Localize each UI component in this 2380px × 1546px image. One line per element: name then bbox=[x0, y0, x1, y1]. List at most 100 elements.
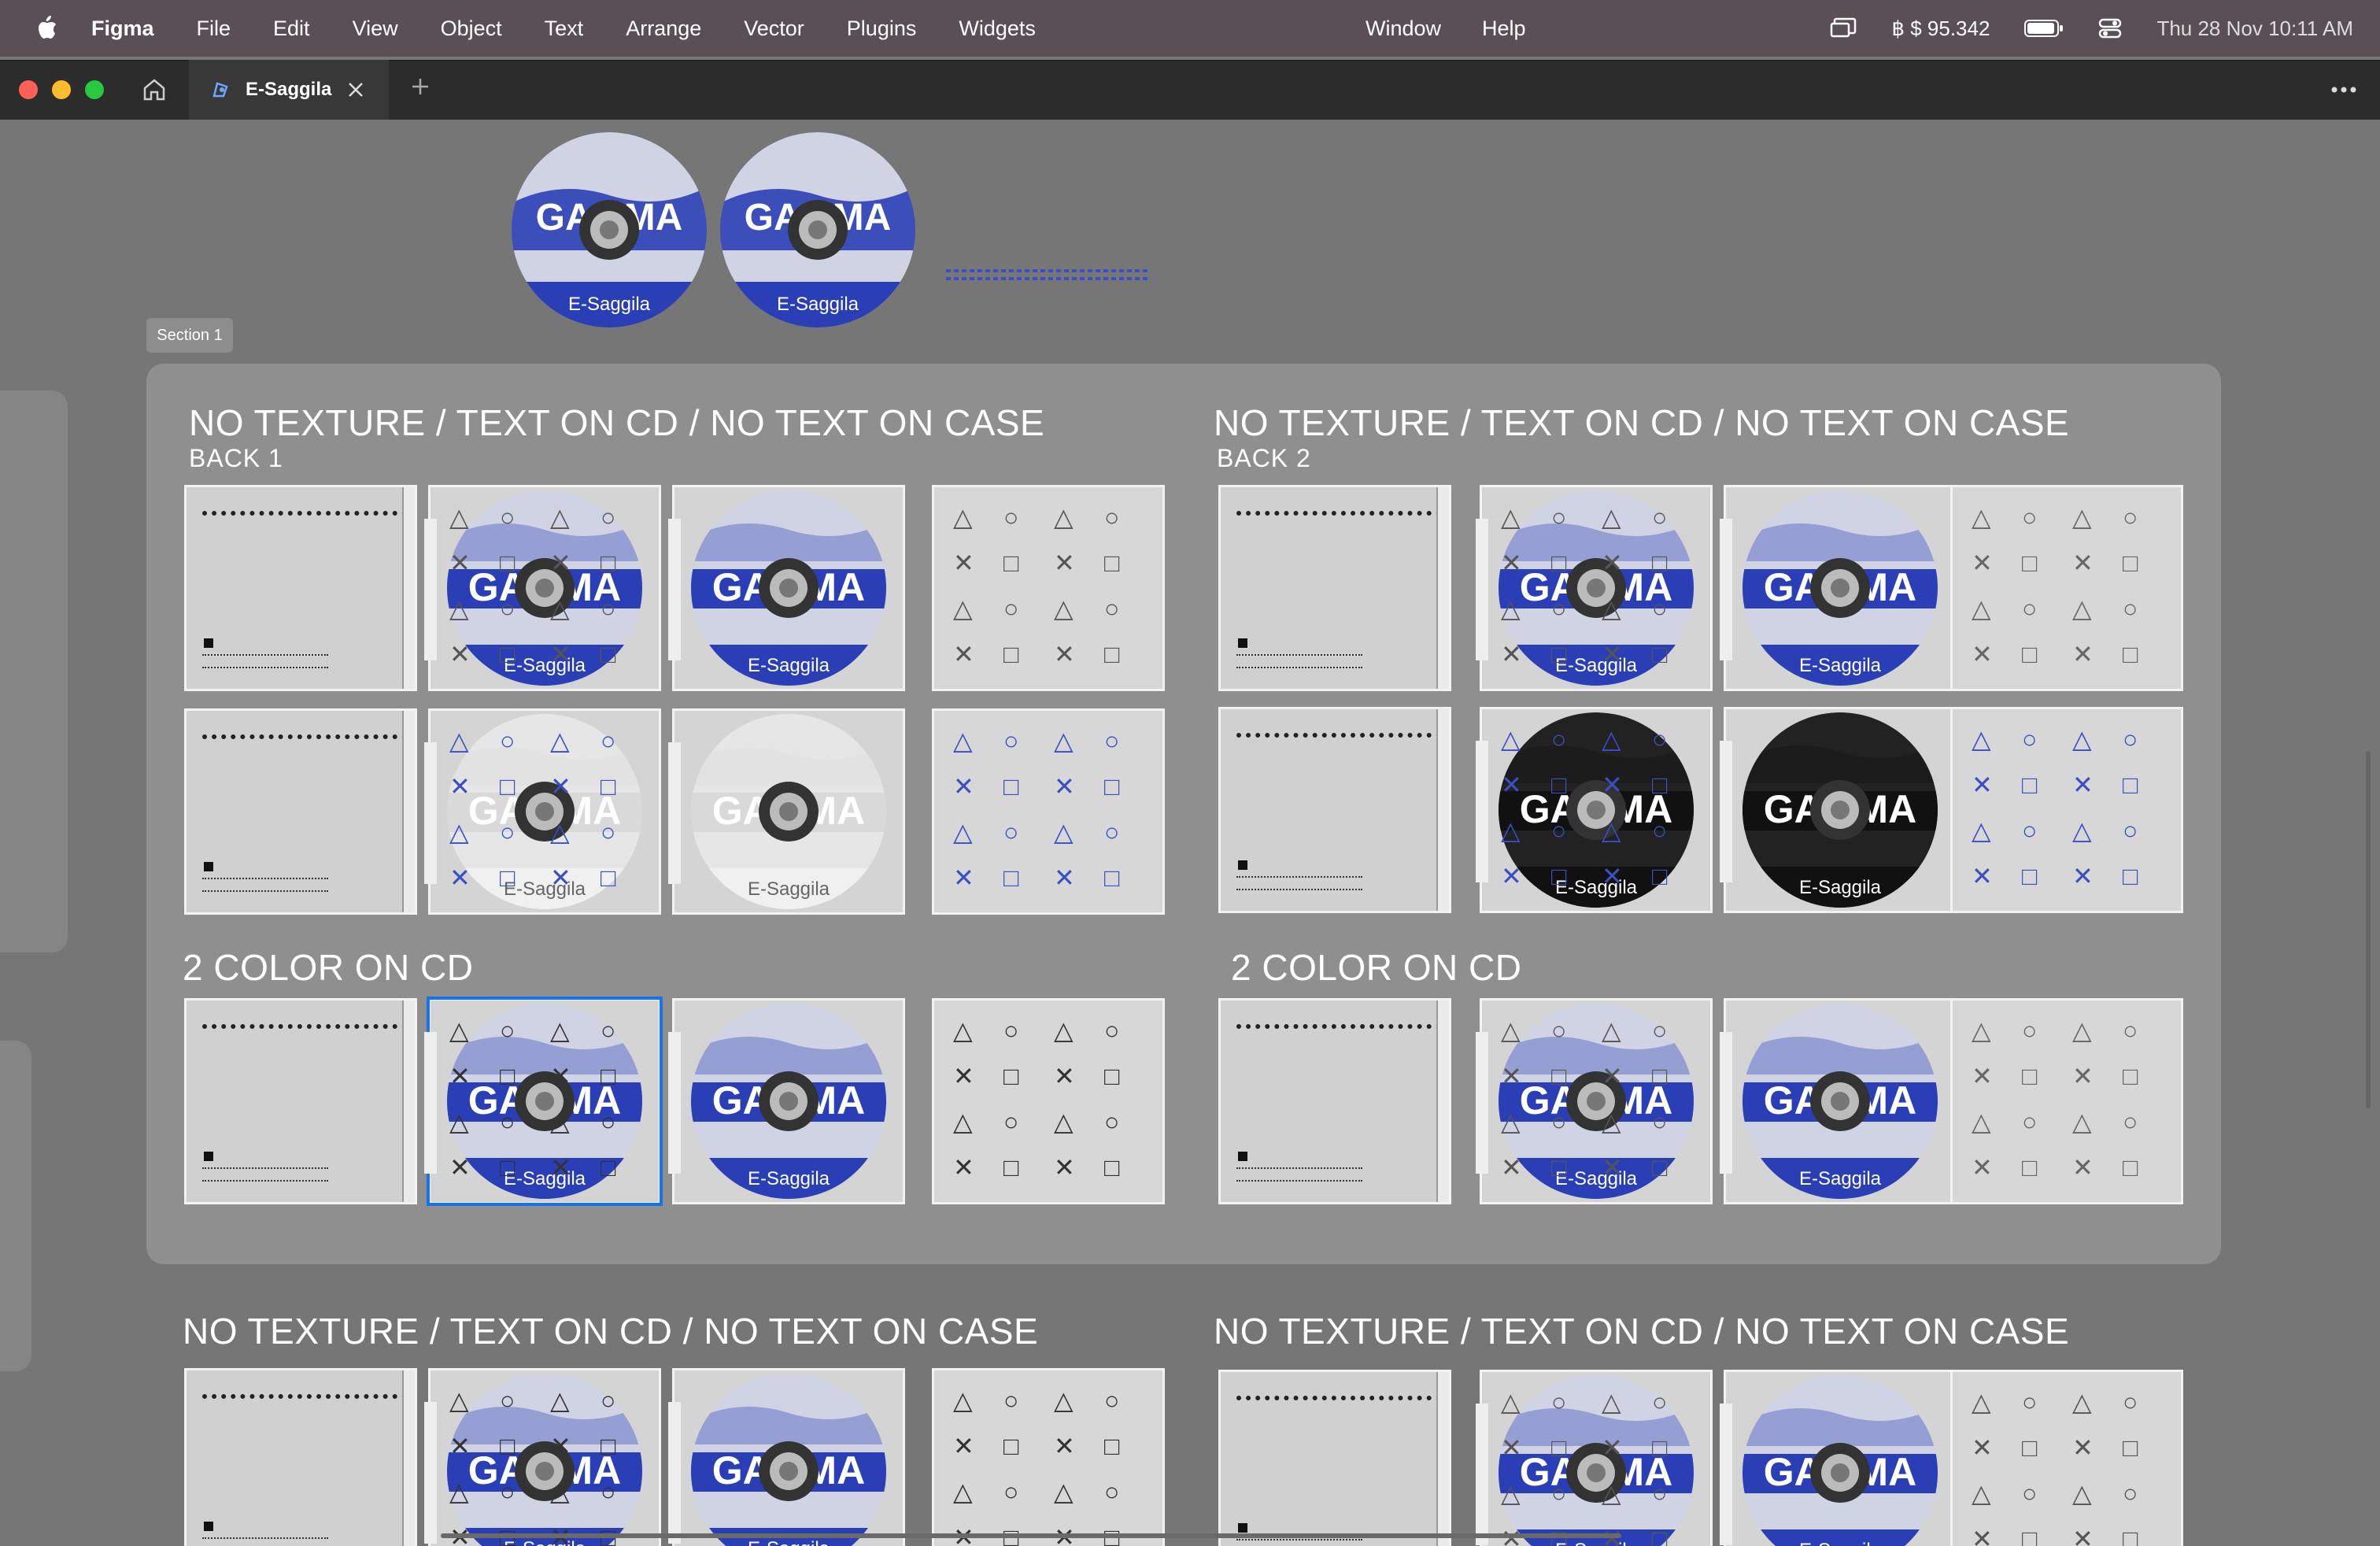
menu-object[interactable]: Object bbox=[441, 17, 502, 41]
case-hinge bbox=[1476, 1404, 1488, 1545]
playstation-symbol-icon: □ bbox=[1104, 549, 1120, 577]
cd-disc[interactable]: GAMMAE-Saggila bbox=[1743, 712, 1938, 908]
playstation-symbol-icon: ○ bbox=[2022, 503, 2038, 531]
case-back-mockup[interactable] bbox=[1218, 1370, 1451, 1546]
case-tray-mockup[interactable]: GAMMAE-Saggila△○△○✕□✕□△○△○✕□✕□ bbox=[1476, 707, 1713, 913]
playstation-symbol-icon: ○ bbox=[2022, 1016, 2038, 1045]
home-icon[interactable] bbox=[140, 76, 168, 104]
case-tray-mockup[interactable]: GAMMAE-Saggila bbox=[1720, 485, 1957, 691]
playstation-symbol-icon: △ bbox=[449, 1016, 469, 1045]
case-tray-mockup[interactable]: GAMMAE-Saggila△○△○✕□✕□△○△○✕□✕□ bbox=[424, 485, 661, 691]
case-inlay-mockup[interactable]: △○△○✕□✕□△○△○✕□✕□ bbox=[932, 485, 1165, 691]
more-options-icon[interactable] bbox=[2328, 80, 2360, 99]
menu-plugins[interactable]: Plugins bbox=[847, 17, 917, 41]
case-inlay-mockup[interactable]: △○△○✕□✕□△○△○✕□✕□ bbox=[1950, 1370, 2183, 1546]
cd-disc[interactable]: GAMMAE-Saggila bbox=[691, 1004, 886, 1199]
figma-canvas[interactable]: GAMMA E-Saggila GAMMA E-Saggila Section … bbox=[0, 120, 2380, 1546]
menu-view[interactable]: View bbox=[353, 17, 398, 41]
close-window-button[interactable] bbox=[19, 80, 38, 99]
menu-vector[interactable]: Vector bbox=[744, 17, 804, 41]
horizontal-scrollbar[interactable] bbox=[441, 1533, 1621, 1538]
cd-disc[interactable]: GAMMA E-Saggila bbox=[720, 132, 915, 327]
adjacent-frame[interactable] bbox=[0, 390, 68, 952]
playstation-symbol-icon: □ bbox=[601, 640, 616, 668]
clock[interactable]: Thu 28 Nov 10:11 AM bbox=[2156, 17, 2353, 41]
new-tab-icon[interactable] bbox=[409, 76, 431, 98]
legal-text bbox=[202, 654, 328, 668]
case-inlay-mockup[interactable]: △○△○✕□✕□△○△○✕□✕□ bbox=[932, 998, 1165, 1204]
menu-edit[interactable]: Edit bbox=[273, 17, 310, 41]
balance-status[interactable]: ฿ $ 95.342 bbox=[1891, 17, 1990, 41]
cd-disc[interactable]: GAMMAE-Saggila bbox=[691, 714, 886, 909]
svg-text:E-Saggila: E-Saggila bbox=[504, 1538, 586, 1546]
playstation-symbol-icon: ✕ bbox=[1972, 640, 1993, 668]
menu-text[interactable]: Text bbox=[545, 17, 584, 41]
playstation-symbol-icon: ✕ bbox=[1054, 772, 1075, 801]
cd-disc[interactable]: GAMMAE-Saggila bbox=[691, 490, 886, 686]
case-tray-mockup[interactable]: GAMMAE-Saggila△○△○✕□✕□△○△○✕□✕□ bbox=[424, 708, 661, 915]
section-label[interactable]: Section 1 bbox=[146, 318, 233, 353]
case-inlay-mockup[interactable]: △○△○✕□✕□△○△○✕□✕□ bbox=[1950, 998, 2183, 1204]
menu-help[interactable]: Help bbox=[1482, 17, 1526, 41]
playstation-symbol-icon: ○ bbox=[1652, 816, 1668, 845]
case-tray-mockup[interactable]: GAMMAE-Saggila△○△○✕□✕□△○△○✕□✕□ bbox=[1476, 485, 1713, 691]
menu-arrange[interactable]: Arrange bbox=[626, 17, 701, 41]
case-tray-mockup[interactable]: GAMMAE-Saggila bbox=[1720, 707, 1957, 913]
close-tab-icon[interactable] bbox=[345, 79, 367, 101]
playstation-symbol-icon: △ bbox=[1054, 1108, 1074, 1136]
screen-mirroring-icon[interactable] bbox=[1830, 17, 1857, 39]
cd-disc[interactable]: GAMMA E-Saggila bbox=[512, 132, 707, 327]
case-inlay-mockup[interactable]: △○△○✕□✕□△○△○✕□✕□ bbox=[1950, 485, 2183, 691]
menu-widgets[interactable]: Widgets bbox=[959, 17, 1036, 41]
menu-file[interactable]: File bbox=[197, 17, 231, 41]
cd-disc[interactable]: GAMMAE-Saggila bbox=[1743, 1004, 1938, 1199]
svg-text:E-Saggila: E-Saggila bbox=[1555, 655, 1638, 676]
case-hinge bbox=[668, 1402, 681, 1544]
playstation-symbol-icon: □ bbox=[1551, 549, 1567, 577]
apple-icon[interactable] bbox=[35, 15, 58, 42]
playstation-symbol-icon: △ bbox=[2072, 1388, 2092, 1416]
case-tray-mockup[interactable]: GAMMAE-Saggila bbox=[668, 485, 905, 691]
case-spine bbox=[402, 711, 415, 912]
case-back-mockup[interactable] bbox=[1218, 485, 1451, 691]
case-tray-mockup[interactable]: GAMMAE-Saggila bbox=[668, 998, 905, 1204]
case-back-mockup[interactable] bbox=[1218, 707, 1451, 913]
case-back-mockup[interactable] bbox=[184, 1368, 417, 1546]
case-tray-mockup[interactable]: GAMMAE-Saggila bbox=[1720, 1370, 1957, 1546]
case-back-mockup[interactable] bbox=[184, 485, 417, 691]
minimize-window-button[interactable] bbox=[52, 80, 71, 99]
case-tray-mockup[interactable]: GAMMAE-Saggila△○△○✕□✕□△○△○✕□✕□ bbox=[424, 997, 663, 1206]
case-back-mockup[interactable] bbox=[184, 998, 417, 1204]
case-tray-mockup[interactable]: GAMMAE-Saggila bbox=[668, 1368, 905, 1546]
cd-disc[interactable]: GAMMAE-Saggila bbox=[691, 1374, 886, 1546]
case-tray-mockup[interactable]: GAMMAE-Saggila△○△○✕□✕□△○△○✕□✕□ bbox=[1476, 1370, 1713, 1546]
playstation-symbol-icon: △ bbox=[1602, 1479, 1621, 1507]
case-back-mockup[interactable] bbox=[1218, 998, 1451, 1204]
case-inlay-mockup[interactable]: △○△○✕□✕□△○△○✕□✕□ bbox=[1950, 707, 2183, 913]
case-tray-mockup[interactable]: GAMMAE-Saggila bbox=[668, 708, 905, 915]
menu-window[interactable]: Window bbox=[1366, 17, 1441, 41]
case-back-mockup[interactable] bbox=[184, 708, 417, 915]
case-inlay-mockup[interactable]: △○△○✕□✕□△○△○✕□✕□ bbox=[932, 1368, 1165, 1546]
tab-e-saggila[interactable]: E-Saggila bbox=[189, 60, 389, 120]
case-tray-mockup[interactable]: GAMMAE-Saggila bbox=[1720, 998, 1957, 1204]
case-tray-mockup[interactable]: GAMMAE-Saggila△○△○✕□✕□△○△○✕□✕□ bbox=[424, 1368, 661, 1546]
case-tray-mockup[interactable]: GAMMAE-Saggila△○△○✕□✕□△○△○✕□✕□ bbox=[1476, 998, 1713, 1204]
control-center-icon[interactable] bbox=[2098, 17, 2122, 39]
tab-label: E-Saggila bbox=[246, 79, 332, 100]
case-inlay-mockup[interactable]: △○△○✕□✕□△○△○✕□✕□ bbox=[932, 708, 1165, 915]
playstation-symbol-icon: ○ bbox=[1551, 503, 1567, 531]
cd-disc[interactable]: GAMMAE-Saggila bbox=[1743, 490, 1938, 686]
zoom-window-button[interactable] bbox=[85, 80, 104, 99]
playstation-symbol-icon: ○ bbox=[1003, 594, 1019, 623]
playstation-symbol-icon: △ bbox=[1054, 503, 1074, 531]
cd-artwork: GAMMAE-Saggila bbox=[691, 1004, 886, 1199]
menu-app-name[interactable]: Figma bbox=[91, 17, 154, 41]
case-spine bbox=[402, 1000, 415, 1202]
vertical-scrollbar[interactable] bbox=[2366, 751, 2371, 1108]
barcode-strip bbox=[202, 734, 407, 749]
battery-icon[interactable] bbox=[2024, 19, 2064, 38]
playstation-symbol-icon: □ bbox=[2022, 549, 2038, 577]
cd-disc[interactable]: GAMMAE-Saggila bbox=[1743, 1375, 1938, 1546]
adjacent-frame-lower[interactable] bbox=[0, 1041, 31, 1371]
